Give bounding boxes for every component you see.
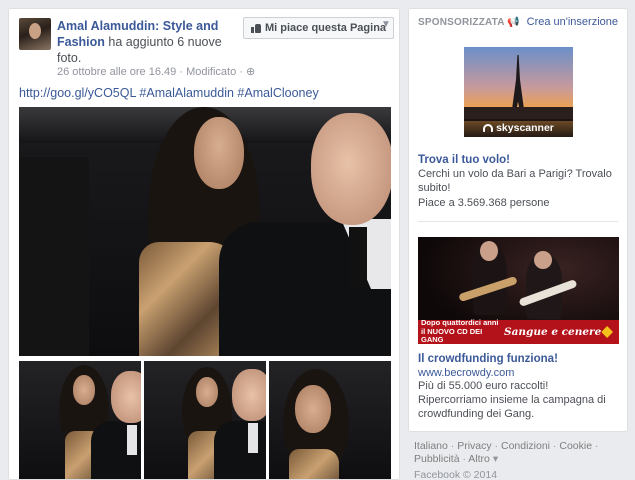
footer-link-cookie[interactable]: Cookie [559,440,592,452]
footer: Italiano · Privacy · Condizioni · Cookie… [414,440,624,480]
footer-link-condizioni[interactable]: Condizioni [501,440,550,452]
post-text[interactable]: http://goo.gl/yCO5QL #AmalAlamuddin #Ama… [19,86,319,100]
create-ad-link[interactable]: Crea un'inserzione [527,16,618,28]
ad-likes[interactable]: Piace a 3.569.368 persone [418,197,550,209]
megaphone-icon: 📢 [507,17,520,28]
ad-image-caption-right: Sangue e cenere [504,326,602,338]
photo-thumbnail[interactable] [19,361,141,479]
thumbs-up-icon [251,23,261,33]
footer-link-altro[interactable]: Altro [468,453,490,465]
photo-thumbnails [19,361,391,479]
sponsored-header: SPONSORIZZATA 📢 [418,17,520,28]
ad-body: Cerchi un volo da Bari a Parigi? Trovalo… [418,168,612,194]
footer-link-pubblicita[interactable]: Pubblicità [414,453,460,465]
ad-url[interactable]: www.becrowdy.com [418,366,618,380]
ad-title[interactable]: Trova il tuo volo! [418,154,510,166]
skyscanner-logo-icon [483,124,494,132]
ad-image-skyscanner[interactable]: skyscanner [464,47,573,137]
ad-body: Più di 55.000 euro raccolti! Ripercorria… [418,380,606,420]
footer-link-privacy[interactable]: Privacy [457,440,491,452]
copyright: Facebook © 2014 [414,469,498,480]
post-timestamp[interactable]: 26 ottobre alle ore 16.49 [57,66,176,78]
like-page-label: Mi piace questa Pagina [265,22,387,34]
page-avatar[interactable] [19,18,51,50]
post-card: Amal Alamuddin: Style and Fashion ha agg… [8,8,400,480]
footer-link-italiano[interactable]: Italiano [414,440,448,452]
ad-image-caption-left: Dopo quattordici anni il NUOVO CD DEI GA… [421,318,499,344]
post-header: Amal Alamuddin: Style and Fashion ha agg… [57,18,247,66]
caret-down-icon[interactable]: ▾ [493,453,498,465]
photo-thumbnail[interactable] [144,361,266,479]
main-photo[interactable] [19,107,391,356]
footer-links: Italiano · Privacy · Condizioni · Cookie… [414,440,599,465]
like-page-button[interactable]: Mi piace questa Pagina [243,17,395,39]
sponsored-column: SPONSORIZZATA 📢 Crea un'inserzione skysc… [408,8,628,432]
edited-label[interactable]: Modificato [186,66,236,78]
ad-brand-label: skyscanner [496,122,554,134]
globe-icon: ⊕ [246,66,256,78]
divider [418,221,618,222]
badge-icon [601,326,613,338]
ad-title[interactable]: Il crowdfunding funziona! [418,353,558,365]
ad-image-gang[interactable]: Dopo quattordici anni il NUOVO CD DEI GA… [418,237,619,344]
photo-thumbnail[interactable] [269,361,391,479]
post-meta: 26 ottobre alle ore 16.49 · Modificato ·… [57,66,256,78]
chevron-down-icon[interactable]: ▼ [381,19,391,30]
